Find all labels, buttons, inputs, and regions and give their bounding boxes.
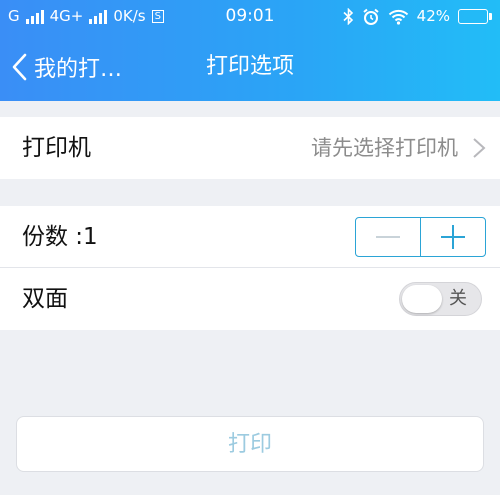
page-title: 打印选项 [205, 54, 294, 79]
duplex-toggle[interactable]: 关 [399, 282, 482, 316]
battery-icon [458, 9, 492, 24]
bluetooth-icon [343, 8, 353, 25]
copies-stepper [355, 217, 486, 257]
plus-icon [441, 225, 465, 249]
copies-label: 份数 :1 [22, 224, 98, 250]
print-button[interactable]: 打印 [16, 416, 484, 472]
duplex-row: 双面 关 [0, 268, 500, 330]
status-right: 42% [343, 0, 492, 33]
printer-label: 打印机 [22, 135, 91, 161]
wifi-icon [388, 9, 408, 25]
battery-percent: 42% [416, 7, 450, 25]
duplex-label: 双面 [22, 286, 68, 312]
decrement-button[interactable] [356, 218, 420, 256]
options-section: 份数 :1 双面 关 [0, 206, 500, 330]
alarm-icon [363, 8, 379, 25]
copies-row: 份数 :1 [0, 206, 500, 268]
minus-icon [376, 236, 400, 238]
printer-section: 打印机 请先选择打印机 [0, 117, 500, 179]
printer-value: 请先选择打印机 [311, 136, 458, 160]
status-bar: G 4G+ 0K/s S 09:01 42% [0, 0, 500, 33]
nav-bar: 我的打… 打印选项 [0, 33, 500, 101]
increment-button[interactable] [420, 218, 485, 256]
printer-row[interactable]: 打印机 请先选择打印机 [0, 117, 500, 179]
header: G 4G+ 0K/s S 09:01 42% 我的打… 打印选项 [0, 0, 500, 101]
chevron-right-icon [473, 138, 486, 158]
toggle-state-label: 关 [449, 288, 467, 309]
toggle-knob [402, 285, 442, 313]
